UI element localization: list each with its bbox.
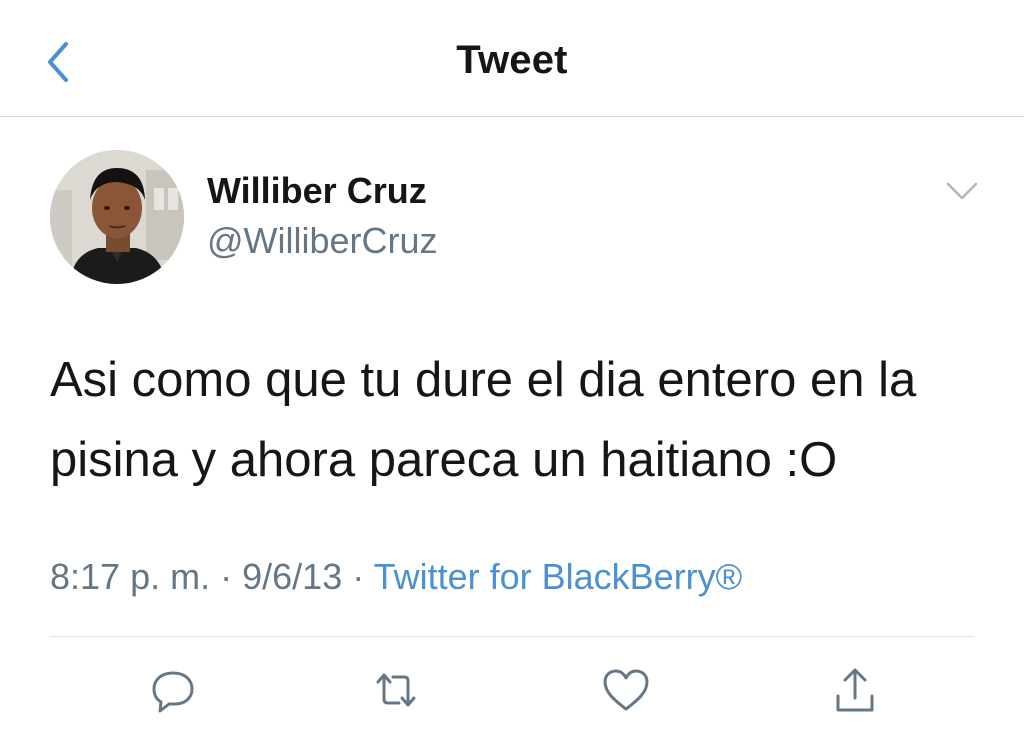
tweet-date: 9/6/13 xyxy=(242,556,343,597)
tweet-author: Williber Cruz @WilliberCruz xyxy=(50,150,980,286)
reply-icon xyxy=(152,671,194,713)
author-name[interactable]: Williber Cruz xyxy=(207,170,427,212)
tweet-menu-button[interactable] xyxy=(944,178,980,204)
page-title: Tweet xyxy=(456,38,568,82)
author-handle[interactable]: @WilliberCruz xyxy=(207,220,438,262)
like-button[interactable] xyxy=(598,662,654,718)
tweet-time: 8:17 p. m. xyxy=(50,556,211,597)
retweet-icon xyxy=(376,673,416,707)
share-button[interactable] xyxy=(827,662,883,718)
tweet-text: Asi como que tu dure el dia entero en la… xyxy=(50,353,917,487)
meta-separator: · xyxy=(220,556,233,597)
retweet-button[interactable] xyxy=(368,662,424,718)
tweet-source-link[interactable]: Twitter for BlackBerry® xyxy=(374,556,743,597)
tweet-metadata: 8:17 p. m. · 9/6/13 · Twitter for BlackB… xyxy=(50,556,742,598)
share-icon xyxy=(836,668,874,712)
like-icon xyxy=(603,669,649,711)
tweet-actions xyxy=(0,662,1024,722)
meta-separator: · xyxy=(352,556,365,597)
chevron-down-icon xyxy=(946,182,978,200)
navigation-bar: Tweet xyxy=(0,0,1024,117)
avatar[interactable] xyxy=(50,150,184,284)
divider xyxy=(50,636,974,637)
reply-button[interactable] xyxy=(145,662,201,718)
